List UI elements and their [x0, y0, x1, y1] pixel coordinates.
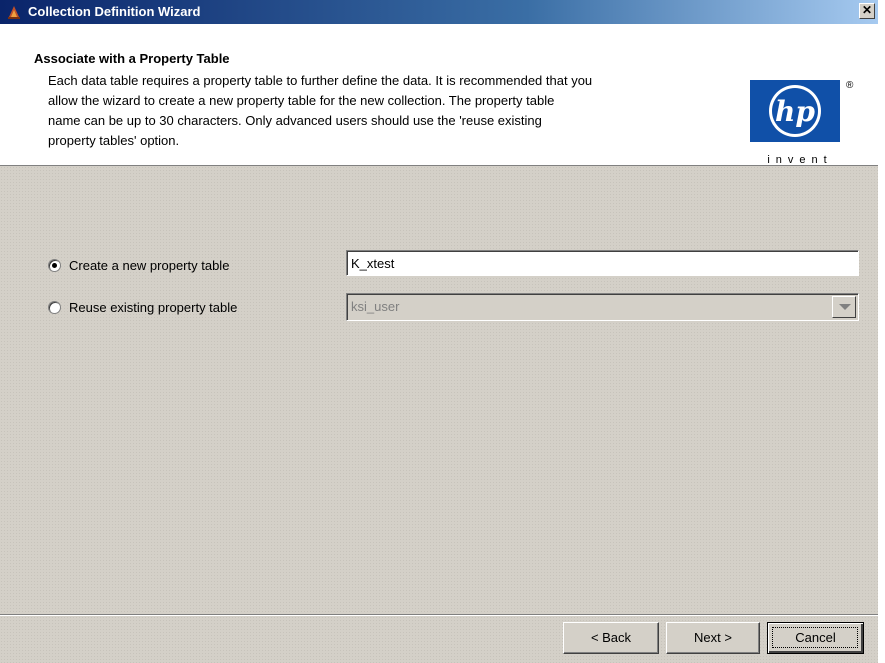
- existing-table-select[interactable]: ksi_user: [346, 293, 859, 321]
- close-button[interactable]: ✕: [859, 3, 875, 19]
- window-title: Collection Definition Wizard: [28, 4, 201, 19]
- wizard-header: Associate with a Property Table Each dat…: [0, 24, 878, 166]
- description-line: property tables' option.: [48, 133, 180, 148]
- page-description: Each data table requires a property tabl…: [48, 71, 728, 151]
- title-bar[interactable]: Collection Definition Wizard ✕: [0, 0, 878, 24]
- wizard-content: [0, 166, 878, 614]
- cancel-button-label: Cancel: [795, 630, 836, 645]
- description-line: Each data table requires a property tabl…: [48, 73, 593, 88]
- create-new-radio[interactable]: [48, 259, 61, 272]
- close-icon: ✕: [861, 3, 873, 17]
- radio-selected-dot: [52, 263, 57, 268]
- create-new-label[interactable]: Create a new property table: [69, 258, 229, 273]
- registered-mark: ®: [846, 80, 854, 91]
- property-table-name-input[interactable]: [346, 250, 859, 276]
- description-line: allow the wizard to create a new propert…: [48, 93, 555, 108]
- description-line: name can be up to 30 characters. Only ad…: [48, 113, 542, 128]
- hp-tagline: invent: [767, 154, 833, 166]
- next-button[interactable]: Next >: [666, 622, 760, 654]
- hp-logo-mark: hp: [750, 80, 840, 142]
- wizard-app-icon: [8, 6, 20, 19]
- reuse-existing-label[interactable]: Reuse existing property table: [69, 300, 237, 315]
- hp-logo: hp ® invent: [750, 80, 860, 176]
- hp-logo-letters: hp: [775, 95, 815, 128]
- reuse-existing-radio[interactable]: [48, 301, 61, 314]
- next-button-label: Next >: [694, 630, 732, 645]
- wizard-window: Collection Definition Wizard ✕ Associate…: [0, 0, 878, 663]
- page-title: Associate with a Property Table: [34, 51, 230, 66]
- back-button[interactable]: < Back: [563, 622, 659, 654]
- cancel-button[interactable]: Cancel: [767, 622, 864, 654]
- existing-table-value: ksi_user: [351, 299, 400, 314]
- chevron-down-icon[interactable]: [832, 296, 856, 318]
- back-button-label: < Back: [590, 630, 632, 645]
- hp-logo-icon: hp: [769, 85, 821, 137]
